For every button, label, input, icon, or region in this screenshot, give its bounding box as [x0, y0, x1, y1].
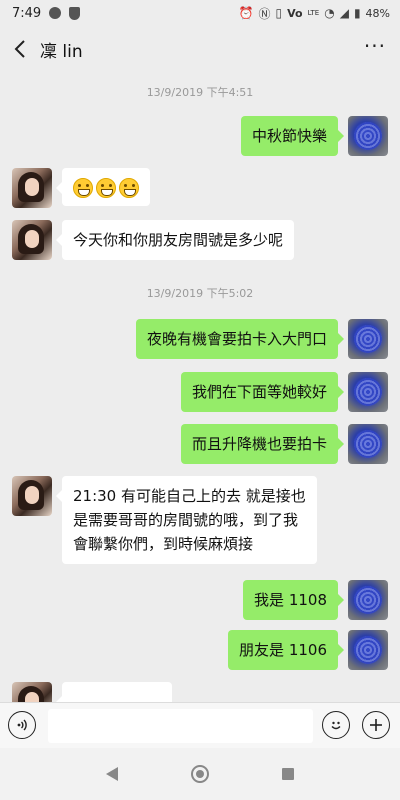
voice-icon [17, 719, 27, 731]
message-bubble[interactable]: 夜晚有機會要拍卡入大門口 [135, 319, 345, 359]
avatar-self[interactable] [348, 580, 388, 620]
status-bar: 7:49 ⏰ Ⓝ ▯ Vo LTE ◔ ◢ ▮ 48% [0, 0, 400, 26]
signal-icon: ◢ [339, 6, 349, 20]
chat-header: 凜 lin ··· [0, 26, 400, 72]
message-row-received: 今天你和你朋友房間號是多少呢 [0, 220, 400, 264]
more-button[interactable]: ··· [364, 36, 386, 56]
chat-title: 凜 lin [40, 41, 83, 62]
timestamp: 13/9/2019 下午4:51 [146, 86, 254, 99]
plus-button[interactable] [362, 711, 390, 739]
message-bubble[interactable]: 今天你和你朋友房間號是多少呢 [55, 220, 295, 260]
message-row-sent: 夜晚有機會要拍卡入大門口 [0, 319, 400, 363]
shield-icon [69, 6, 81, 20]
message-bubble[interactable]: 21:30 有可能自己上的去 就是接也 是需要哥哥的房間號的哦，到了我 會聯繫你… [56, 476, 317, 564]
message-row-sent: 中秋節快樂 [0, 116, 400, 160]
avatar-self[interactable] [348, 116, 388, 156]
message-row-received [0, 682, 400, 702]
message-line: 會聯繫你們，到時候麻煩接 [73, 535, 254, 553]
message-bubble[interactable]: 朋友是 1106 [228, 630, 344, 670]
wifi-icon: ◔ [324, 6, 335, 20]
grinning-emoji-icon [119, 178, 139, 198]
plus-icon [370, 719, 382, 731]
nfc-icon: Ⓝ [258, 6, 271, 21]
message-bubble[interactable] [56, 168, 150, 206]
system-nav-bar [0, 748, 400, 800]
back-button[interactable] [0, 26, 40, 72]
message-row-sent: 而且升降機也要拍卡 [0, 424, 400, 468]
avatar-self[interactable] [348, 372, 388, 412]
message-bubble[interactable]: 中秋節快樂 [240, 116, 345, 156]
message-row-sent: 我們在下面等她較好 [0, 372, 400, 416]
nav-home-icon[interactable] [190, 765, 209, 783]
status-time: 7:49 [12, 5, 42, 21]
message-row-received: 21:30 有可能自己上的去 就是接也 是需要哥哥的房間號的哦，到了我 會聯繫你… [0, 476, 400, 566]
grinning-emoji-icon [73, 178, 93, 198]
nav-back-icon[interactable] [106, 767, 119, 781]
smiley-icon [331, 721, 341, 730]
avatar-contact[interactable] [12, 168, 52, 208]
timestamp: 13/9/2019 下午5:02 [146, 287, 254, 300]
voice-button[interactable] [8, 711, 36, 739]
battery-level: 48% [365, 6, 390, 20]
avatar-contact[interactable] [12, 682, 52, 702]
network-type: Vo [287, 6, 303, 20]
input-bar [0, 702, 400, 748]
message-bubble[interactable]: 我是 1108 [243, 580, 344, 620]
message-bubble[interactable]: 而且升降機也要拍卡 [180, 424, 345, 464]
emoji-button[interactable] [322, 711, 350, 739]
chat-area[interactable]: 13/9/2019 下午4:51 中秋節快樂 今天你和你朋友房間號是多少呢 13… [0, 72, 400, 702]
message-input[interactable] [48, 709, 313, 743]
message-row-sent: 朋友是 1106 [0, 630, 400, 674]
avatar-contact[interactable] [12, 220, 52, 260]
alarm-icon: ⏰ [238, 6, 254, 20]
message-row-received [0, 168, 400, 212]
message-bubble[interactable]: 我們在下面等她較好 [180, 372, 345, 412]
chevron-left-icon [14, 40, 25, 58]
vibrate-icon: ▯ [275, 6, 283, 20]
message-line: 21:30 有可能自己上的去 就是接也 [73, 487, 306, 505]
avatar-self[interactable] [348, 424, 388, 464]
grinning-emoji-icon [96, 178, 116, 198]
battery-icon: ▮ [353, 6, 361, 20]
network-sub: LTE [307, 9, 320, 17]
more-dots-icon: ··· [363, 34, 386, 58]
message-row-sent: 我是 1108 [0, 580, 400, 624]
message-bubble-partial[interactable] [56, 682, 172, 702]
avatar-contact[interactable] [12, 476, 52, 516]
nav-recents-icon[interactable] [281, 768, 294, 780]
message-line: 是需要哥哥的房間號的哦，到了我 [73, 511, 299, 529]
avatar-self[interactable] [348, 319, 388, 359]
avatar-self[interactable] [348, 630, 388, 670]
notification-dot-icon [49, 7, 62, 19]
